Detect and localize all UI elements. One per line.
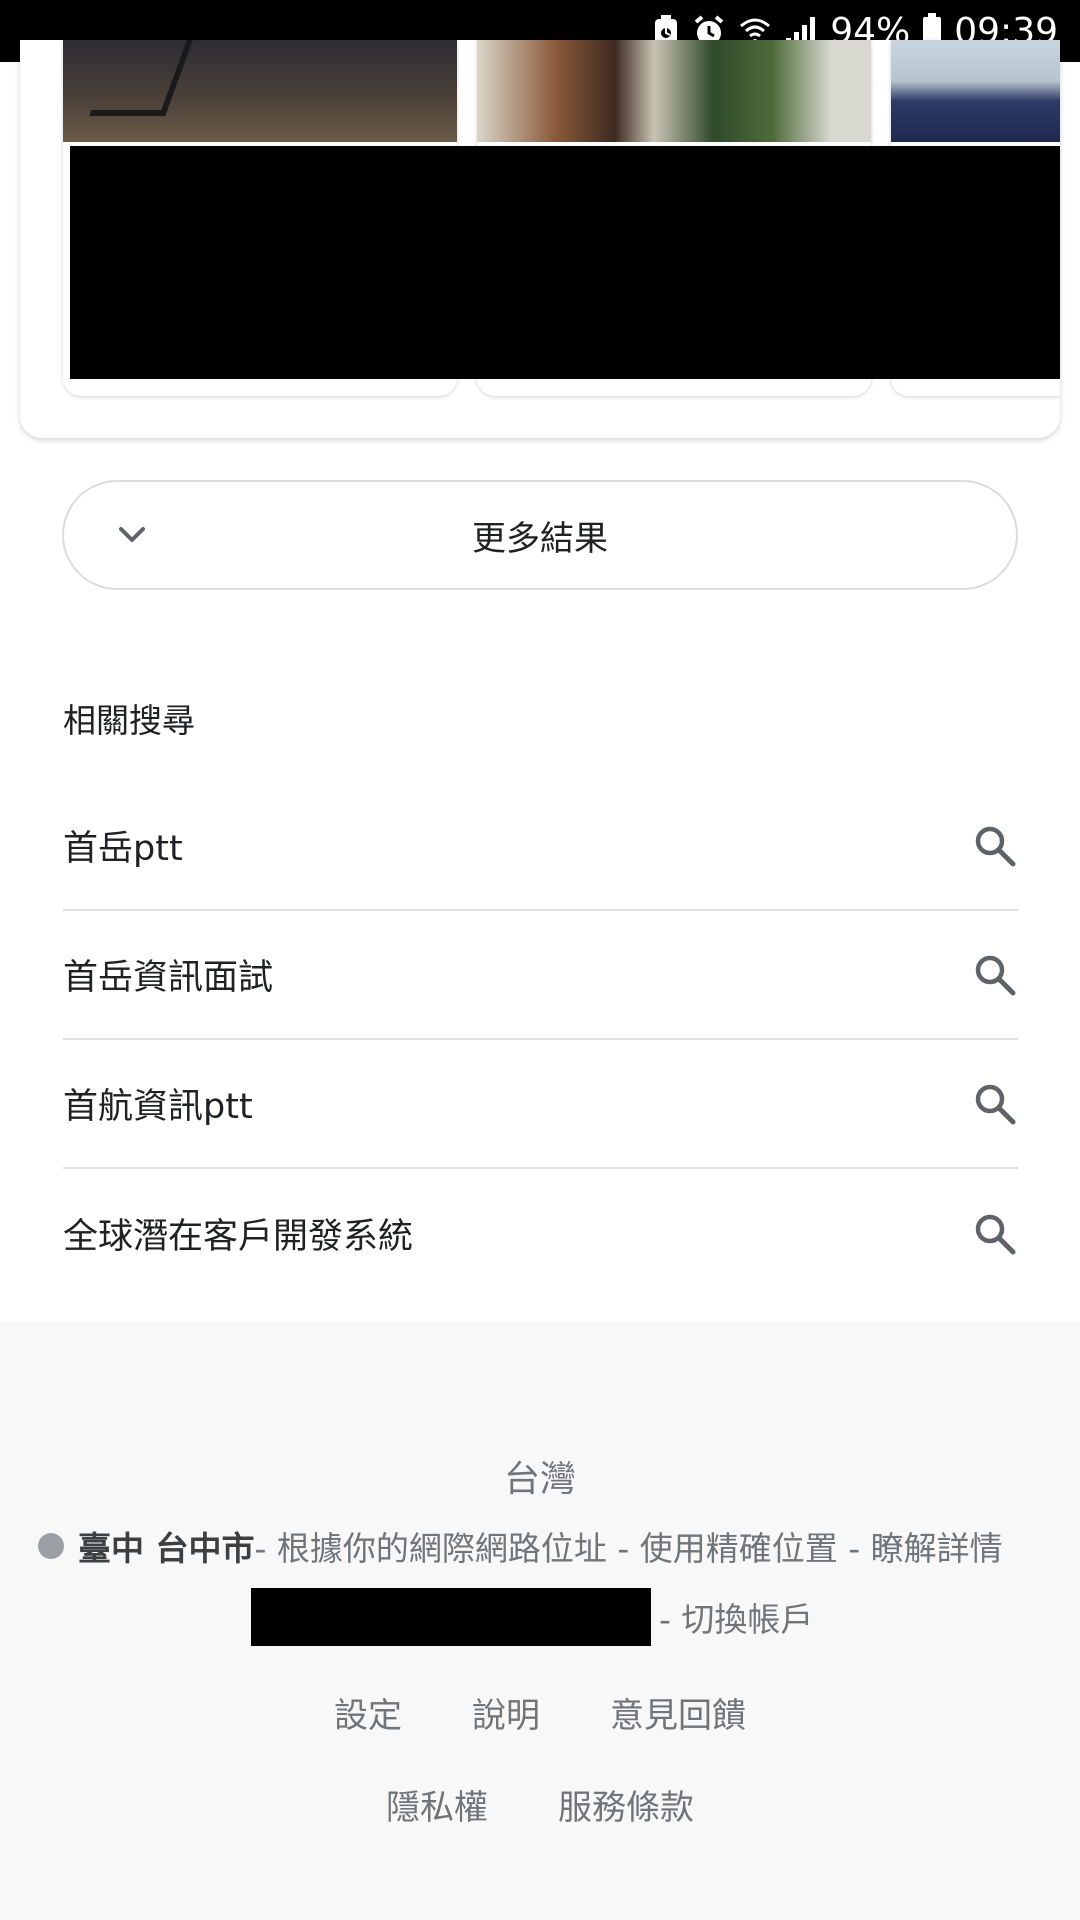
footer: 台灣 臺中 台中市 - 根據你的網際網路位址 - 使用精確位置 - 瞭解詳情 -… [0, 1322, 1080, 1920]
feedback-link[interactable]: 意見回饋 [610, 1688, 746, 1737]
image-thumbnail[interactable] [891, 40, 1060, 142]
related-search-item[interactable]: 首岳ptt [63, 782, 1018, 911]
related-search-item[interactable]: 首航資訊ptt [63, 1040, 1018, 1169]
privacy-link[interactable]: 隱私權 [386, 1780, 488, 1829]
search-icon [975, 1084, 1016, 1124]
related-search-label: 首航資訊ptt [63, 1087, 253, 1127]
image-carousel [20, 40, 1060, 438]
related-searches-heading: 相關搜尋 [63, 701, 195, 740]
related-search-label: 首岳ptt [63, 829, 183, 869]
image-thumbnail[interactable] [63, 40, 457, 142]
search-icon [975, 955, 1016, 995]
switch-account-link[interactable]: - 切換帳戶 [659, 1593, 813, 1641]
more-results-label: 更多結果 [472, 518, 608, 559]
terms-link[interactable]: 服務條款 [558, 1780, 694, 1829]
related-search-label: 全球潛在客戶開發系統 [63, 1217, 414, 1257]
redacted-area [70, 146, 1060, 379]
location-dot-icon [38, 1533, 64, 1559]
chevron-down-icon [119, 527, 145, 542]
search-icon [975, 1214, 1016, 1254]
more-results-button[interactable]: 更多結果 [62, 480, 1018, 590]
related-search-label: 首岳資訊面試 [63, 958, 274, 998]
related-search-item[interactable]: 首岳資訊面試 [63, 911, 1018, 1040]
related-search-item[interactable]: 全球潛在客戶開發系統 [63, 1169, 1018, 1298]
location-city: 臺中 台中市 [78, 1529, 255, 1568]
image-thumbnail[interactable] [477, 40, 871, 142]
footer-links-secondary: 隱私權 服務條款 [0, 1780, 1080, 1829]
location-details[interactable]: - 根據你的網際網路位址 - 使用精確位置 - 瞭解詳情 [255, 1522, 1003, 1570]
related-searches-list: 首岳ptt 首岳資訊面試 首航資訊ptt 全球潛在客戶開發系統 [63, 782, 1018, 1298]
help-link[interactable]: 說明 [472, 1688, 540, 1737]
footer-location: 臺中 台中市 - 根據你的網際網路位址 - 使用精確位置 - 瞭解詳情 [38, 1522, 1080, 1570]
footer-links-primary: 設定 說明 意見回饋 [0, 1688, 1080, 1737]
footer-account: - 切換帳戶 [251, 1588, 813, 1646]
search-icon [975, 826, 1016, 866]
settings-link[interactable]: 設定 [334, 1688, 402, 1737]
redacted-account [251, 1588, 651, 1646]
footer-country: 台灣 [503, 1459, 576, 1500]
